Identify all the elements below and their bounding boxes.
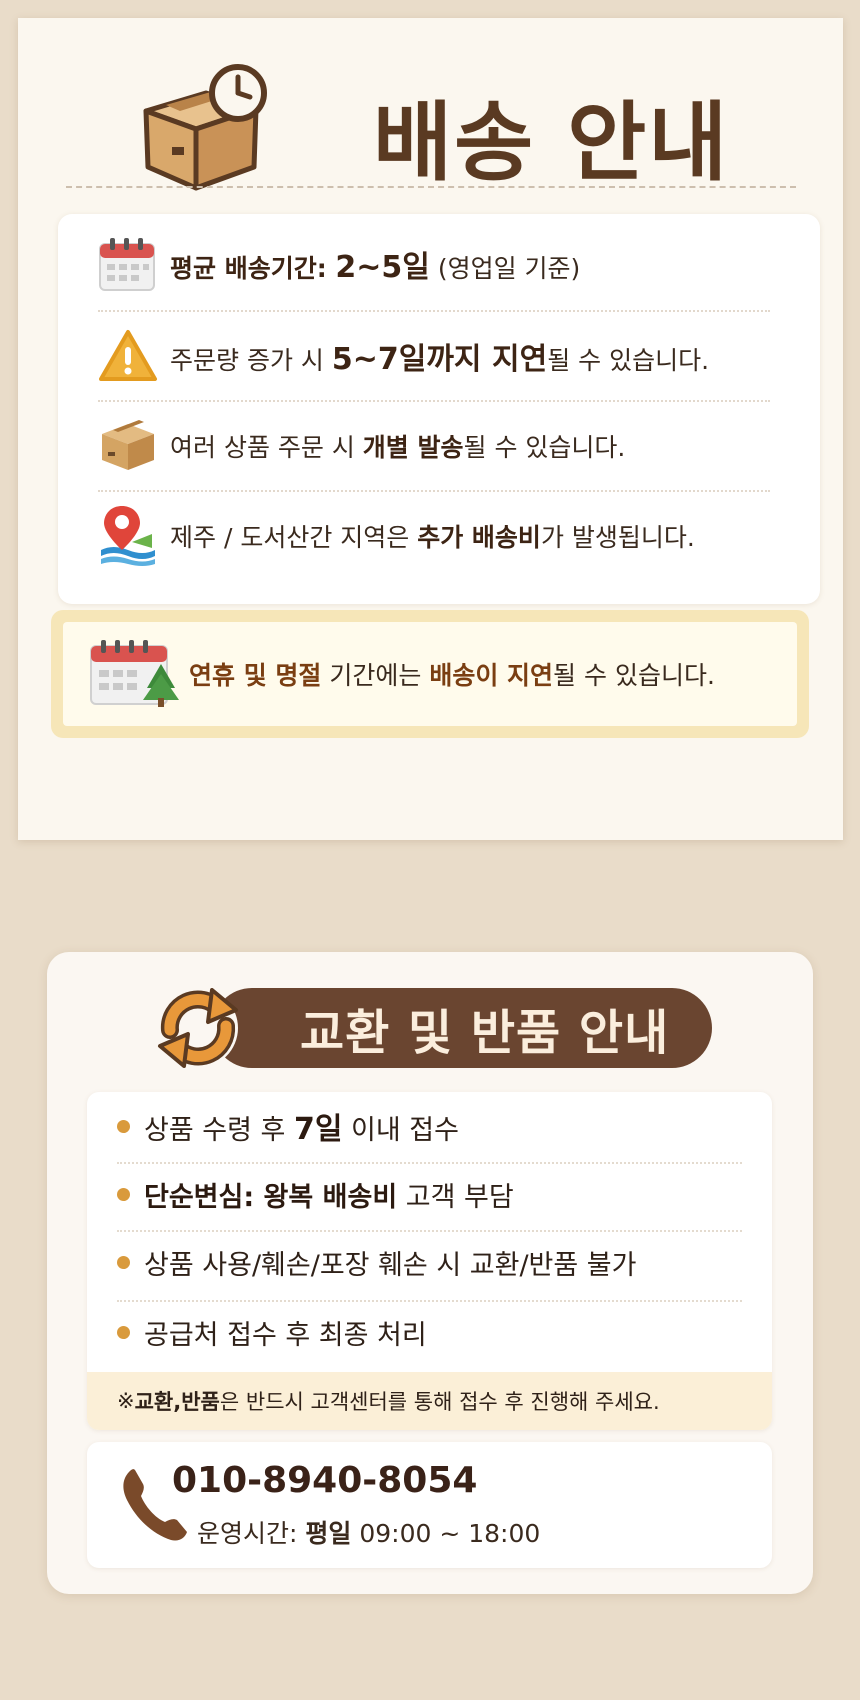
shipping-info-card: 평균 배송기간: 2~5일 (영업일 기준) 주문량 증가 시 5~7일까지 지… xyxy=(58,214,820,604)
info-text-delay-notice: 주문량 증가 시 5~7일까지 지연될 수 있습니다. xyxy=(170,342,710,377)
bullet-dot xyxy=(117,1325,130,1339)
info-text-extra-fee: 제주 / 도서산간 지역은 추가 배송비가 발생됩니다. xyxy=(170,523,695,552)
holiday-notice-inner: 연휴 및 명절 기간에는 배송이 지연될 수 있습니다. xyxy=(63,622,797,726)
delivery-box-clock-icon xyxy=(143,64,267,191)
returns-panel: 교환 및 반품 안내 상품 수령 후 7일 이내 접수 단순변심: 왕복 배송비… xyxy=(47,952,813,1594)
exchange-arrows-icon xyxy=(158,988,238,1068)
bullet-dot xyxy=(117,1255,130,1269)
info-row-extra-fee: 제주 / 도서산간 지역은 추가 배송비가 발생됩니다. xyxy=(98,492,770,580)
policy-text: 상품 사용/훼손/포장 훼손 시 교환/반품 불가 xyxy=(144,1249,637,1281)
info-row-delivery-period: 평균 배송기간: 2~5일 (영업일 기준) xyxy=(98,220,770,308)
policy-text: 상품 수령 후 7일 이내 접수 xyxy=(144,1112,459,1147)
policy-item: 공급처 접수 후 최종 처리 xyxy=(117,1298,742,1366)
phone-number[interactable]: 010-8940-8054 xyxy=(172,1460,477,1501)
returns-header: 교환 및 반품 안내 xyxy=(152,982,752,1082)
shipping-panel: 배송 안내 평균 배송기간: 2~5일 (영업일 기준) 주문량 증가 시 5~… xyxy=(18,18,843,840)
info-text-delivery-period: 평균 배송기간: 2~5일 (영업일 기준) xyxy=(170,250,581,285)
shipping-header: 배송 안내 xyxy=(118,53,738,193)
returns-policy-card: 상품 수령 후 7일 이내 접수 단순변심: 왕복 배송비 고객 부담 상품 사… xyxy=(87,1092,772,1430)
holiday-notice-box: 연휴 및 명절 기간에는 배송이 지연될 수 있습니다. xyxy=(51,610,809,738)
info-text-separate-shipping: 여러 상품 주문 시 개별 발송될 수 있습니다. xyxy=(170,433,626,462)
package-icon xyxy=(98,414,170,478)
holiday-notice-text: 연휴 및 명절 기간에는 배송이 지연될 수 있습니다. xyxy=(189,661,715,690)
policy-item: 단순변심: 왕복 배송비 고객 부담 xyxy=(117,1160,742,1228)
warning-icon xyxy=(98,324,170,388)
operating-hours: 운영시간: 평일 09:00 ~ 18:00 xyxy=(197,1519,541,1548)
shipping-title: 배송 안내 xyxy=(373,93,730,193)
policy-item: 상품 수령 후 7일 이내 접수 xyxy=(117,1092,742,1160)
bullet-dot xyxy=(117,1119,130,1133)
returns-note: ※ 교환,반품 은 반드시 고객센터를 통해 접수 후 진행해 주세요. xyxy=(87,1372,772,1430)
policy-item: 상품 사용/훼손/포장 훼손 시 교환/반품 불가 xyxy=(117,1228,742,1296)
header-divider xyxy=(66,186,796,188)
calendar-icon xyxy=(98,232,170,296)
info-row-separate-shipping: 여러 상품 주문 시 개별 발송될 수 있습니다. xyxy=(98,402,770,490)
returns-title: 교환 및 반품 안내 xyxy=(300,1005,670,1061)
contact-card: 010-8940-8054 운영시간: 평일 09:00 ~ 18:00 xyxy=(87,1442,772,1568)
policy-text: 단순변심: 왕복 배송비 고객 부담 xyxy=(144,1181,514,1213)
info-row-delay-notice: 주문량 증가 시 5~7일까지 지연될 수 있습니다. xyxy=(98,312,770,400)
holiday-calendar-icon xyxy=(89,638,185,710)
returns-title-pill: 교환 및 반품 안내 xyxy=(212,988,712,1068)
policy-text: 공급처 접수 후 최종 처리 xyxy=(144,1319,427,1351)
map-pin-icon xyxy=(98,504,170,568)
bullet-dot xyxy=(117,1187,130,1201)
